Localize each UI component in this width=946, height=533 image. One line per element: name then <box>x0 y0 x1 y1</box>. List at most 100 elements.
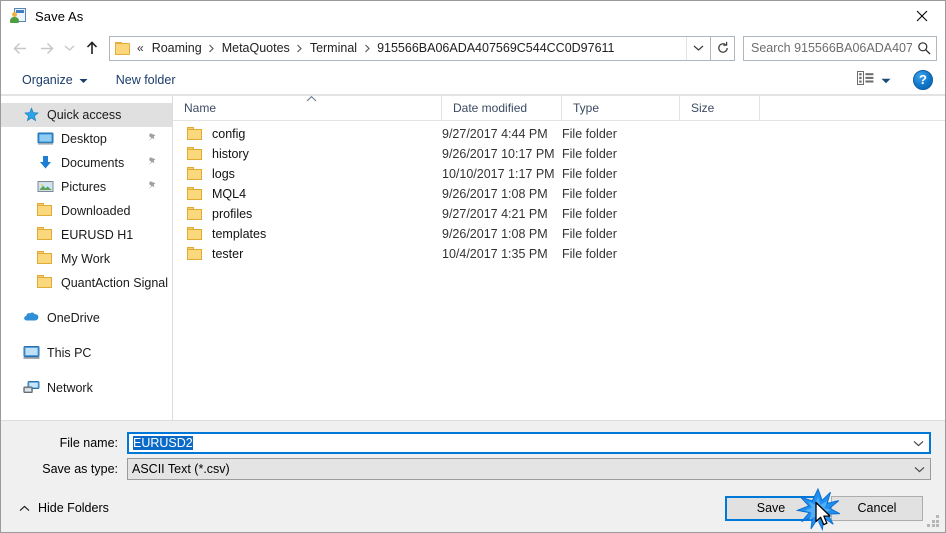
breadcrumb-overflow[interactable]: « <box>135 41 149 55</box>
address-dropdown-button[interactable] <box>686 36 710 60</box>
save-as-type-value: ASCII Text (*.csv) <box>132 462 230 476</box>
organize-button[interactable]: Organize <box>15 70 95 90</box>
column-header-label: Size <box>691 101 715 115</box>
sidebar-item-desktop[interactable]: Desktop <box>1 127 172 151</box>
breadcrumb-separator[interactable] <box>205 44 219 53</box>
column-header-date-modified[interactable]: Date modified <box>442 96 562 120</box>
sidebar-item-network[interactable]: Network <box>1 376 172 400</box>
breadcrumb-separator[interactable] <box>293 44 307 53</box>
folder-icon <box>187 127 203 141</box>
folder-icon <box>187 147 203 161</box>
up-button[interactable] <box>79 35 105 61</box>
file-name: profiles <box>212 207 253 221</box>
help-button[interactable]: ? <box>913 69 933 90</box>
folder-icon <box>115 41 131 55</box>
new-folder-button[interactable]: New folder <box>109 70 183 90</box>
table-row[interactable]: history 9/26/2017 10:17 PM File folder <box>173 144 945 164</box>
file-type: File folder <box>562 167 617 181</box>
sidebar-item-onedrive[interactable]: OneDrive <box>1 306 172 330</box>
save-as-app-icon <box>10 7 27 25</box>
column-header-name[interactable]: Name <box>173 96 442 120</box>
cancel-label: Cancel <box>857 501 897 515</box>
sidebar-item-label: QuantAction Signal <box>61 276 169 290</box>
table-row[interactable]: config 9/27/2017 4:44 PM File folder <box>173 124 945 144</box>
sidebar-item-quantaction-signal[interactable]: QuantAction Signal <box>1 271 172 295</box>
column-header-size[interactable]: Size <box>680 96 760 120</box>
sidebar-item-documents[interactable]: Documents <box>1 151 172 175</box>
dialog-button-bar: Hide Folders Save Cancel <box>1 484 945 532</box>
navigation-bar: « Roaming MetaQuotes Terminal 915566BA06… <box>1 31 945 65</box>
file-name-cell: profiles <box>173 207 442 221</box>
sidebar-item-label: EURUSD H1 <box>61 228 134 242</box>
sidebar-item-downloaded[interactable]: Downloaded <box>1 199 172 223</box>
chevron-down-icon <box>881 73 891 87</box>
table-row[interactable]: tester 10/4/2017 1:35 PM File folder <box>173 244 945 264</box>
sidebar-item-pictures[interactable]: Pictures <box>1 175 172 199</box>
breadcrumb-item-1[interactable]: MetaQuotes <box>219 39 293 57</box>
breadcrumb-separator[interactable] <box>360 44 374 53</box>
back-button[interactable] <box>7 35 33 61</box>
hide-folders-button[interactable]: Hide Folders <box>15 498 113 518</box>
cancel-button[interactable]: Cancel <box>831 495 923 521</box>
file-name-cell: MQL4 <box>173 187 442 201</box>
chevron-down-icon <box>914 466 924 472</box>
file-name-dropdown-button[interactable] <box>907 440 929 447</box>
save-button[interactable]: Save <box>725 495 817 521</box>
file-name-cell: logs <box>173 167 442 181</box>
sidebar-item-quick-access[interactable]: Quick access <box>1 103 172 127</box>
sidebar-item-my-work[interactable]: My Work <box>1 247 172 271</box>
search-input[interactable] <box>751 41 912 55</box>
close-button[interactable] <box>899 1 945 31</box>
save-as-dialog: Save As « Roaming MetaQuotes Terminal 91… <box>0 0 946 533</box>
column-header-filler <box>760 96 945 120</box>
sidebar-item-label: Network <box>47 381 93 395</box>
up-arrow-icon <box>86 41 98 54</box>
file-date: 10/4/2017 1:35 PM <box>442 247 548 261</box>
view-mode-button[interactable] <box>851 68 897 91</box>
address-bar[interactable]: « Roaming MetaQuotes Terminal 915566BA06… <box>109 35 735 61</box>
table-row[interactable]: logs 10/10/2017 1:17 PM File folder <box>173 164 945 184</box>
table-row[interactable]: MQL4 9/26/2017 1:08 PM File folder <box>173 184 945 204</box>
sidebar-item-eurusd-h1[interactable]: EURUSD H1 <box>1 223 172 247</box>
file-type: File folder <box>562 247 617 261</box>
save-as-type-select[interactable]: ASCII Text (*.csv) <box>127 458 931 480</box>
sidebar-item-label: Pictures <box>61 180 107 194</box>
breadcrumb-item-2[interactable]: Terminal <box>307 39 360 57</box>
folder-icon <box>187 187 203 201</box>
file-name-label: File name: <box>59 436 118 450</box>
network-icon <box>23 380 40 396</box>
search-icon[interactable] <box>912 41 936 55</box>
save-as-type-dropdown-button[interactable] <box>908 466 930 473</box>
save-as-type-label: Save as type: <box>42 462 118 476</box>
forward-button[interactable] <box>33 35 59 61</box>
sidebar-item-this-pc[interactable]: This PC <box>1 341 172 365</box>
resize-grip[interactable] <box>927 515 940 528</box>
chevron-down-icon <box>693 45 704 51</box>
column-header-type[interactable]: Type <box>562 96 680 120</box>
column-headers: Name Date modified Type Size <box>173 96 945 121</box>
breadcrumb-item-0[interactable]: Roaming <box>149 39 205 57</box>
refresh-button[interactable] <box>710 36 734 60</box>
table-row[interactable]: templates 9/26/2017 1:08 PM File folder <box>173 224 945 244</box>
file-name-input[interactable]: EURUSD2 <box>127 432 931 454</box>
breadcrumb-item-3[interactable]: 915566BA06ADA407569C544CC0D97611 <box>374 39 617 57</box>
column-header-label: Type <box>573 101 600 115</box>
sort-ascending-icon <box>306 96 317 105</box>
pin-icon <box>147 132 158 146</box>
file-date: 9/27/2017 4:21 PM <box>442 207 548 221</box>
sidebar-item-label: Quick access <box>47 108 122 122</box>
file-date: 9/27/2017 4:44 PM <box>442 127 548 141</box>
navigation-sidebar: Quick access Desktop Documents Pictures … <box>1 96 173 420</box>
search-box[interactable] <box>743 35 937 61</box>
file-date: 9/26/2017 1:08 PM <box>442 227 548 241</box>
recent-locations-button[interactable] <box>59 35 79 61</box>
file-name-cell: tester <box>173 247 442 261</box>
pictures-icon <box>37 179 54 195</box>
table-row[interactable]: profiles 9/27/2017 4:21 PM File folder <box>173 204 945 224</box>
file-name-value-wrap: EURUSD2 <box>129 436 907 450</box>
file-type: File folder <box>562 127 617 141</box>
quick-access-star-icon <box>23 107 40 123</box>
title-bar: Save As <box>1 1 945 31</box>
